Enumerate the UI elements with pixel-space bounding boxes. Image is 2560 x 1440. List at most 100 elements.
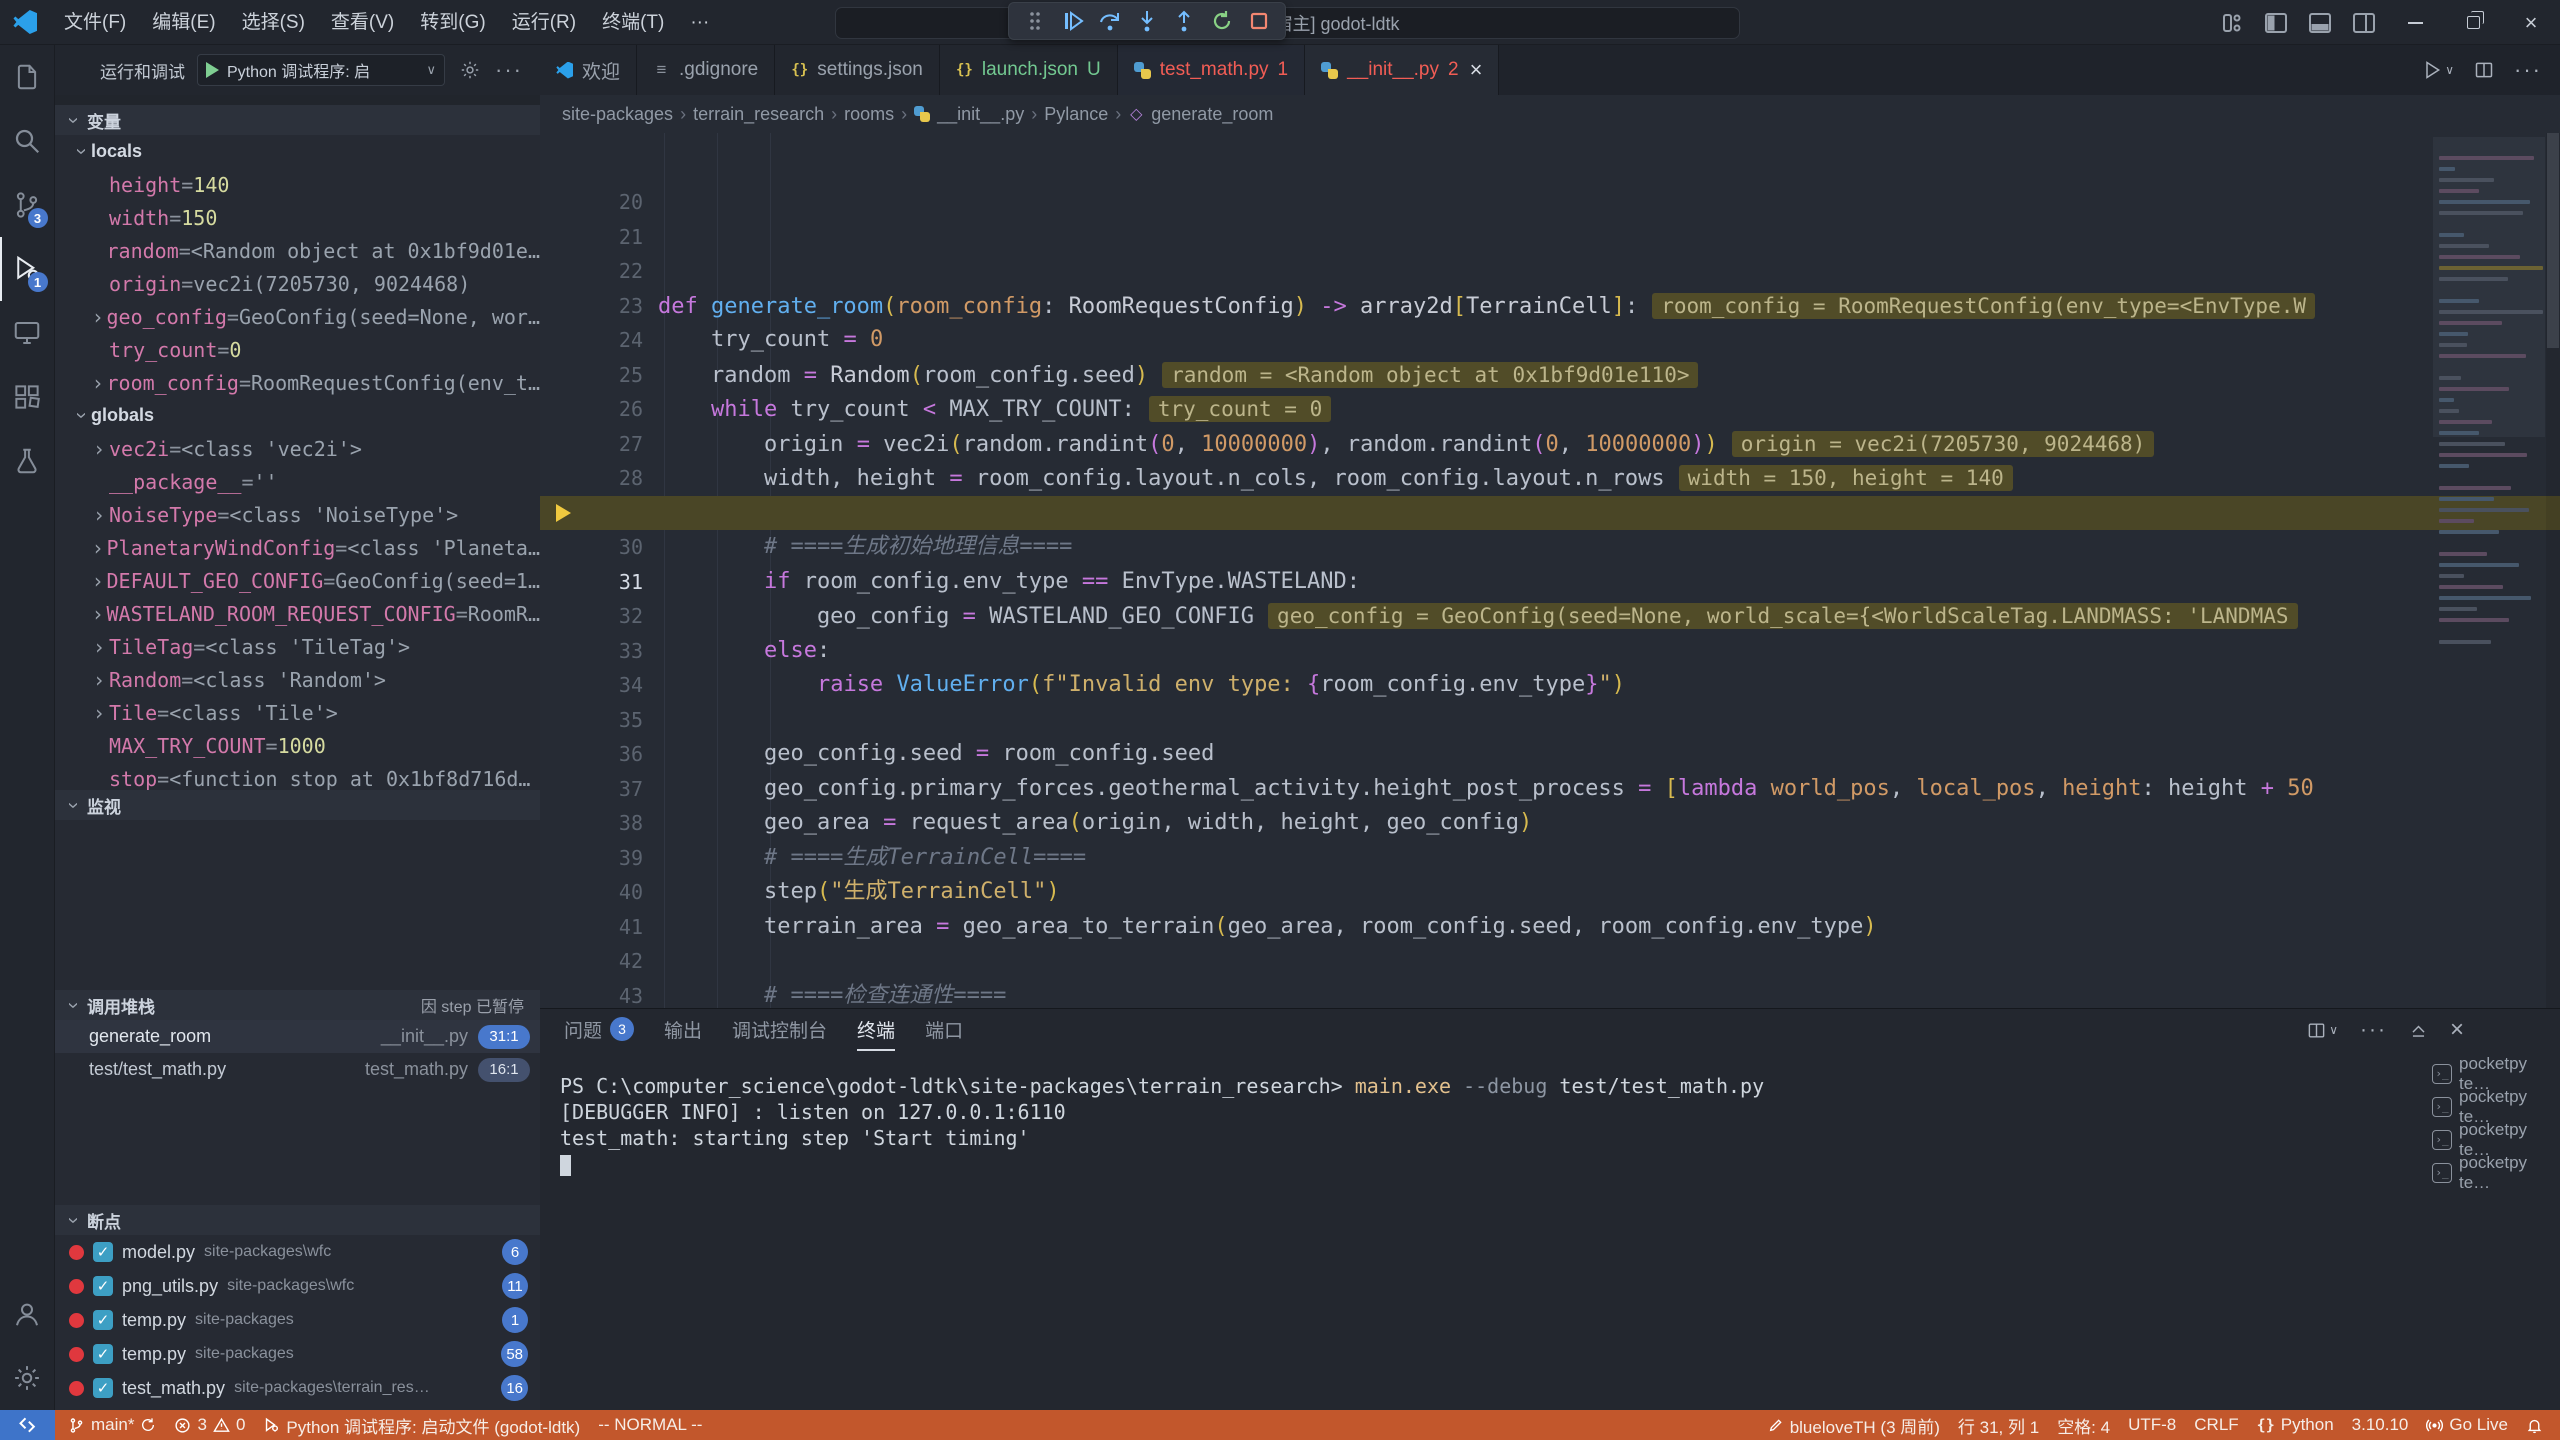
breakpoint-row[interactable]: ✓ model.py site-packages\wfc 6 [55, 1235, 540, 1269]
indentation-item[interactable]: 空格: 4 [2048, 1413, 2119, 1438]
editor-tab[interactable]: test_math.py 1 [1118, 45, 1305, 95]
toggle-secondary-sidebar-icon[interactable] [2342, 0, 2386, 45]
stack-frame-row[interactable]: test/test_math.py test_math.py 16:1 [55, 1053, 540, 1086]
code-line[interactable]: 43 # 生成出口组合 [540, 910, 2560, 945]
breakpoints-section-header[interactable]: ›断点 [55, 1205, 540, 1235]
breakpoint-row[interactable]: ✓ temp.py site-packages 58 [55, 1337, 540, 1371]
problems-item[interactable]: 3 0 [165, 1415, 254, 1435]
variables-section-header[interactable]: ›变量 [55, 105, 540, 135]
minimap[interactable] [2433, 137, 2545, 1008]
breadcrumb-item[interactable]: Pylance › [1044, 104, 1121, 125]
code-line[interactable]: 40 [540, 806, 2560, 841]
code-line[interactable]: 32 raise ValueError(f"Invalid env type: … [540, 530, 2560, 565]
close-button[interactable]: × [2502, 0, 2560, 45]
breakpoint-checkbox[interactable]: ✓ [93, 1344, 113, 1364]
editor-tab[interactable]: .gdignore [637, 45, 775, 95]
debug-session-item[interactable]: Python 调试程序: 启动文件 (godot-ldtk) [254, 1413, 589, 1438]
debug-step-over-icon[interactable] [1095, 6, 1125, 36]
debug-step-into-icon[interactable] [1132, 6, 1162, 36]
code-line[interactable]: 41 # ====检查连通性==== [540, 841, 2560, 876]
gear-icon[interactable] [459, 59, 481, 81]
variable-row[interactable]: › stop = <function stop at 0x1bf8d716d… [55, 762, 540, 790]
code-line[interactable]: 25 origin = vec2i(random.randint(0, 1000… [540, 289, 2560, 324]
callstack-section-header[interactable]: ›调用堆栈 因 step 已暂停 [55, 990, 540, 1020]
editor-scrollbar[interactable] [2546, 133, 2560, 1008]
editor-tab[interactable]: settings.json [775, 45, 940, 95]
breakpoint-checkbox[interactable]: ✓ [93, 1276, 113, 1296]
terminal-output[interactable]: PS C:\computer_science\godot-ldtk\site-p… [540, 1051, 2430, 1410]
breakpoint-checkbox[interactable]: ✓ [93, 1378, 113, 1398]
toggle-sidebar-icon[interactable] [2254, 0, 2298, 45]
code-line[interactable]: 36 geo_area = request_area(origin, width… [540, 668, 2560, 703]
editor-tab[interactable]: __init__.py 2 × [1305, 45, 1499, 95]
variable-row[interactable]: › room_config = RoomRequestConfig(env_t… [55, 366, 540, 399]
variable-row[interactable]: › geo_config = GeoConfig(seed=None, wor… [55, 300, 540, 333]
panel-tab[interactable]: 终端 [857, 1009, 895, 1051]
menu-item[interactable]: 查看(V) [318, 0, 407, 45]
go-live-item[interactable]: Go Live [2417, 1415, 2517, 1435]
menu-item[interactable]: 终端(T) [589, 0, 677, 45]
panel-tab[interactable]: 输出 [664, 1009, 702, 1051]
code-line[interactable]: 39 terrain_area = geo_area_to_terrain(ge… [540, 772, 2560, 807]
breadcrumb-item[interactable]: __init__.py › [914, 104, 1037, 125]
terminal-instance[interactable]: ›_ pocketpy te… [2432, 1156, 2560, 1189]
code-line[interactable]: 31 else: [540, 496, 2560, 531]
panel-more-actions-icon[interactable]: ··· [2360, 1018, 2387, 1042]
variable-row[interactable]: › width = 150 [55, 201, 540, 234]
code-line[interactable]: 28 # ====生成初始地理信息==== [540, 392, 2560, 427]
breadcrumb-item[interactable]: rooms › [844, 104, 907, 125]
panel-tab[interactable]: 问题 3 [564, 1009, 634, 1051]
customize-layout-icon[interactable] [2210, 0, 2254, 45]
remote-indicator[interactable] [0, 1410, 55, 1440]
menu-item[interactable]: 运行(R) [499, 0, 589, 45]
notifications-bell-icon[interactable] [2517, 1417, 2552, 1434]
code-line[interactable]: 38 step("生成TerrainCell") [540, 737, 2560, 772]
breakpoint-checkbox[interactable]: ✓ [93, 1242, 113, 1262]
variable-row[interactable]: › height = 140 [55, 168, 540, 201]
variable-row[interactable]: › __package__ = '' [55, 465, 540, 498]
language-mode-item[interactable]: {} Python [2248, 1415, 2343, 1435]
close-panel-icon[interactable]: × [2450, 1016, 2464, 1044]
watch-list[interactable] [55, 820, 540, 990]
code-line[interactable]: 23 random = Random(room_config.seed)rand… [540, 220, 2560, 255]
variable-row[interactable]: › NoiseType = <class 'NoiseType'> [55, 498, 540, 531]
variable-row[interactable]: › WASTELAND_ROOM_REQUEST_CONFIG = RoomR… [55, 597, 540, 630]
code-line[interactable]: 26 width, height = room_config.layout.n_… [540, 323, 2560, 358]
code-line[interactable]: 35 geo_config.primary_forces.geothermal_… [540, 634, 2560, 669]
scope-row[interactable]: ›globals [55, 399, 540, 432]
scope-row[interactable]: ›locals [55, 135, 540, 168]
variable-row[interactable]: › PlanetaryWindConfig = <class 'Planeta… [55, 531, 540, 564]
editor-more-actions-icon[interactable]: ··· [2514, 57, 2542, 83]
terminal-instance[interactable]: ›_ pocketpy te… [2432, 1123, 2560, 1156]
toolbar-drag-grip[interactable] [1020, 6, 1050, 36]
code-line[interactable]: 27 [540, 358, 2560, 393]
eol-item[interactable]: CRLF [2185, 1415, 2247, 1435]
code-line[interactable]: 29 if room_config.env_type == EnvType.WA… [540, 427, 2560, 462]
panel-tab[interactable]: 端口 [925, 1009, 963, 1051]
variable-row[interactable]: › DEFAULT_GEO_CONFIG = GeoConfig(seed=1… [55, 564, 540, 597]
code-line[interactable]: 30 geo_config = WASTELAND_GEO_CONFIGgeo_… [540, 461, 2560, 496]
breadcrumb-item[interactable]: generate_room [1128, 104, 1273, 125]
extensions-icon[interactable] [0, 365, 55, 429]
git-branch-item[interactable]: main* [59, 1415, 165, 1435]
debug-stop-icon[interactable] [1244, 6, 1274, 36]
code-line[interactable]: 21 def generate_room(room_config: RoomRe… [540, 151, 2560, 186]
stack-frame-row[interactable]: generate_room __init__.py 31:1 [55, 1020, 540, 1053]
debug-continue-icon[interactable] [1058, 6, 1088, 36]
menu-item[interactable]: 文件(F) [51, 0, 139, 45]
run-python-file-icon[interactable]: ∨ [2422, 60, 2454, 80]
cursor-position-item[interactable]: 行 31, 列 1 [1949, 1413, 2048, 1438]
editor-tab[interactable]: 欢迎 [540, 45, 637, 95]
breakpoint-row[interactable]: ✓ test_math.py site-packages\terrain_res… [55, 1371, 540, 1405]
search-icon[interactable] [0, 109, 55, 173]
variable-row[interactable]: › origin = vec2i(7205730, 9024468) [55, 267, 540, 300]
breadcrumb-item[interactable]: site-packages › [562, 104, 686, 125]
toggle-panel-icon[interactable] [2298, 0, 2342, 45]
watch-section-header[interactable]: ›监视 [55, 790, 540, 820]
code-line[interactable]: 20 [540, 133, 2560, 151]
terminal-instance[interactable]: ›_ pocketpy te… [2432, 1090, 2560, 1123]
code-line[interactable]: 42 # 计算每一个出口的中心，然后使用astar生成路径，确保每一个出口组合都… [540, 875, 2560, 910]
last-commit-item[interactable]: blueloveTH (3 周前) [1759, 1413, 1949, 1438]
editor-tab[interactable]: launch.json U [940, 45, 1118, 95]
debug-step-out-icon[interactable] [1169, 6, 1199, 36]
